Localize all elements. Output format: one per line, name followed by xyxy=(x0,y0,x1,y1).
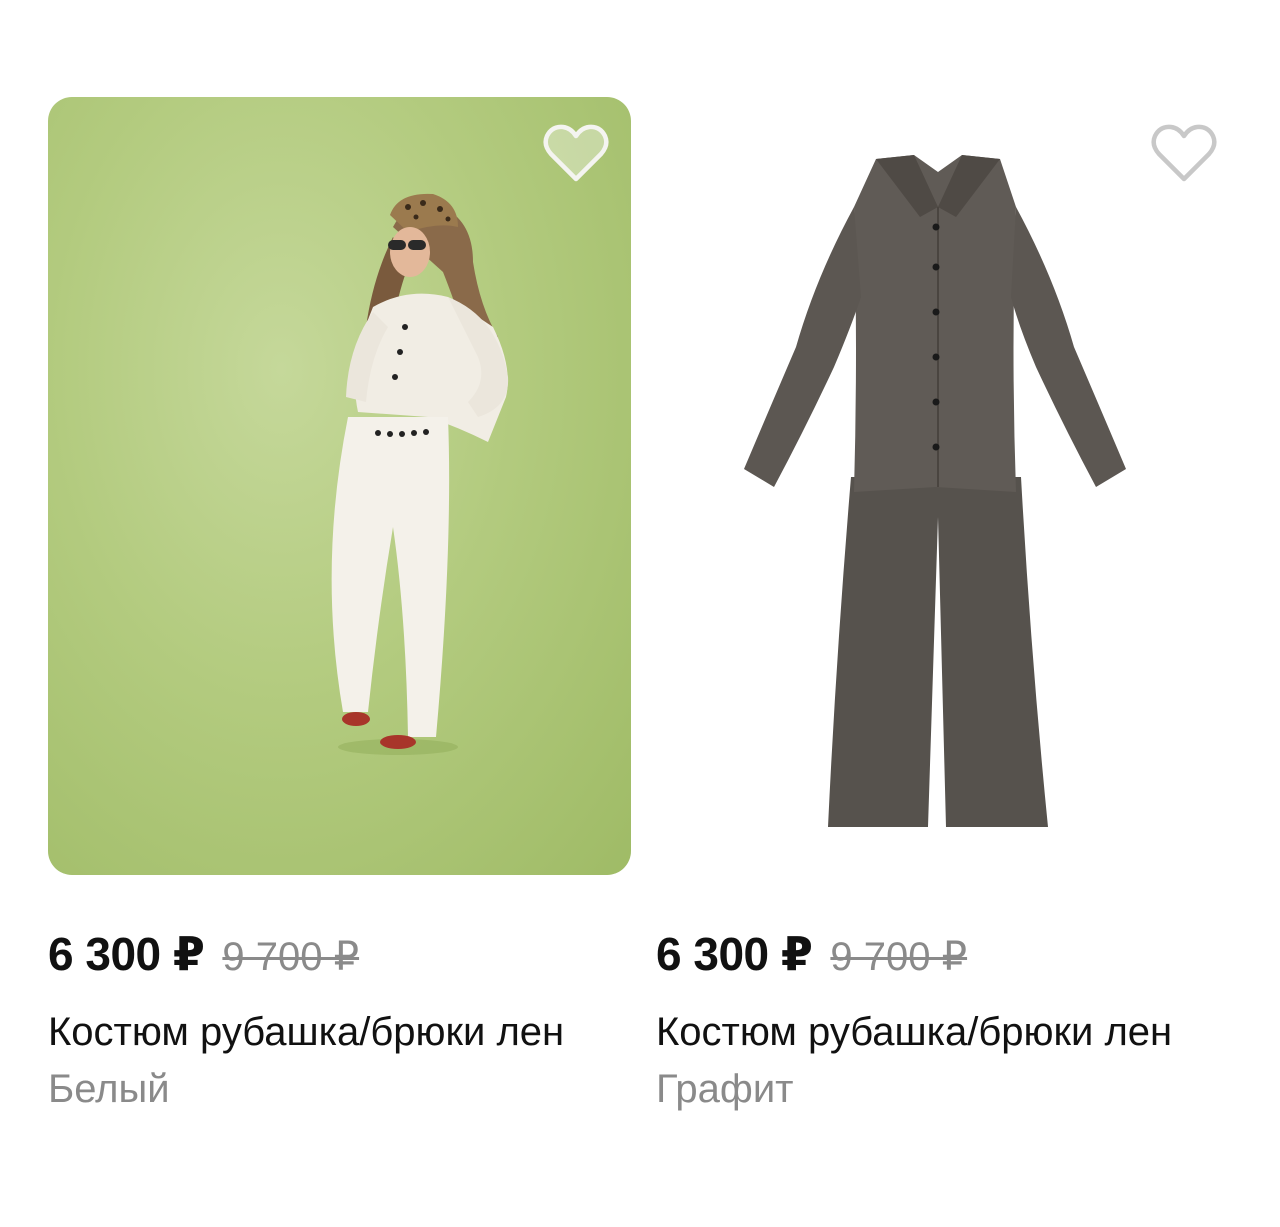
heart-outline-icon xyxy=(1151,124,1217,182)
product-title[interactable]: Костюм рубашка/брюки лен xyxy=(656,1003,1216,1061)
product-color: Графит xyxy=(656,1067,794,1111)
old-price: 9 700 ₽ xyxy=(830,935,968,979)
garment-photo xyxy=(744,155,1126,827)
favorite-button[interactable] xyxy=(543,123,609,185)
price-row: 6 300 ₽ 9 700 ₽ xyxy=(48,927,631,981)
product-title[interactable]: Костюм рубашка/брюки лен xyxy=(48,1003,608,1061)
product-card[interactable]: 6 300 ₽ 9 700 ₽ Костюм рубашка/брюки лен… xyxy=(48,97,631,1112)
model-photo xyxy=(331,193,509,755)
product-image[interactable] xyxy=(48,97,631,875)
old-price: 9 700 ₽ xyxy=(222,935,360,979)
product-card[interactable]: 6 300 ₽ 9 700 ₽ Костюм рубашка/брюки лен… xyxy=(656,97,1239,1112)
favorite-button[interactable] xyxy=(1151,123,1217,185)
heart-outline-icon xyxy=(543,124,609,182)
product-color: Белый xyxy=(48,1067,170,1111)
current-price: 6 300 ₽ xyxy=(48,928,205,980)
price-row: 6 300 ₽ 9 700 ₽ xyxy=(656,927,1239,981)
product-image[interactable] xyxy=(656,97,1239,875)
current-price: 6 300 ₽ xyxy=(656,928,813,980)
